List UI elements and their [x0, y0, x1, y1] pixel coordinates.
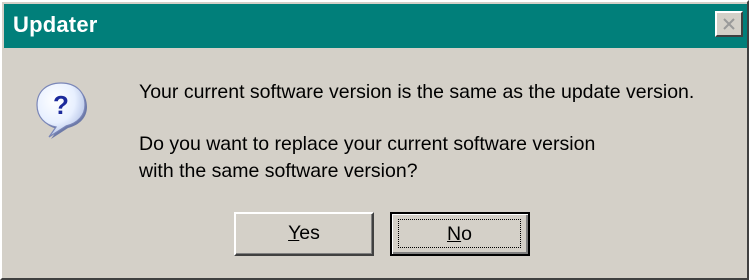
window-title: Updater: [13, 12, 98, 37]
yes-button[interactable]: Yes: [234, 212, 374, 256]
title-bar[interactable]: Updater: [4, 4, 747, 48]
no-button-label: No: [447, 220, 472, 249]
no-button[interactable]: No: [390, 212, 530, 256]
question-icon: ?: [36, 82, 87, 139]
no-label-rest: o: [461, 223, 472, 245]
updater-dialog: Updater ? Your current software version …: [0, 0, 749, 280]
no-mnemonic: N: [447, 223, 462, 245]
close-button[interactable]: [715, 11, 743, 37]
yes-mnemonic: Y: [288, 222, 300, 244]
yes-button-label: Yes: [288, 214, 320, 252]
no-button-focus-rect: No: [398, 219, 521, 248]
message-line-1: Your current software version is the sam…: [139, 81, 695, 103]
svg-text:?: ?: [53, 90, 69, 120]
close-icon: [723, 18, 735, 30]
yes-label-rest: es: [299, 222, 320, 244]
message-line-2: Do you want to replace your current soft…: [139, 133, 596, 182]
